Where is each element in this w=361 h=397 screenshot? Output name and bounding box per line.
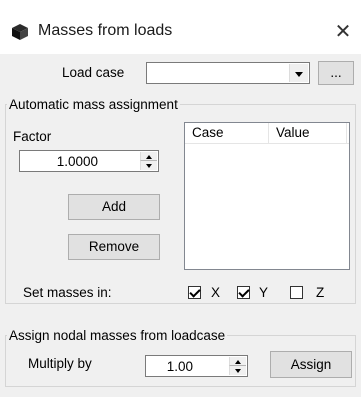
close-icon: ✕ [334, 21, 352, 43]
window-title: Masses from loads [38, 22, 173, 39]
spin-down-icon[interactable] [140, 161, 157, 170]
spin-up-icon[interactable] [140, 152, 157, 161]
z-checkbox[interactable] [290, 286, 303, 299]
load-case-label: Load case [62, 65, 125, 80]
assign-button[interactable]: Assign [270, 351, 352, 378]
table-header: Case Value [185, 123, 349, 144]
column-header-value[interactable]: Value [269, 123, 347, 144]
multiply-spin-buttons[interactable] [229, 357, 246, 375]
case-value-table[interactable]: Case Value [184, 122, 350, 270]
cube-icon [12, 24, 28, 40]
factor-spin-buttons[interactable] [140, 152, 157, 170]
multiply-value: 1.00 [166, 359, 193, 374]
factor-value: 1.0000 [56, 154, 98, 169]
x-checkbox-label: X [211, 285, 221, 300]
browse-button[interactable]: ... [318, 61, 354, 85]
factor-label: Factor [13, 129, 52, 144]
y-checkbox[interactable] [237, 286, 250, 299]
x-checkbox[interactable] [188, 286, 201, 299]
multiply-by-label: Multiply by [28, 356, 92, 371]
automatic-mass-legend: Automatic mass assignment [7, 97, 180, 112]
title-bar: Masses from loads ✕ [0, 0, 361, 54]
z-checkbox-label: Z [316, 285, 325, 300]
chevron-down-icon[interactable] [289, 64, 308, 82]
dialog-body: Load case ... Automatic mass assignment … [0, 54, 361, 397]
column-header-case[interactable]: Case [185, 123, 269, 144]
spin-down-icon[interactable] [229, 366, 246, 375]
load-case-combo[interactable] [146, 62, 310, 84]
y-checkbox-label: Y [259, 285, 269, 300]
factor-spinner[interactable]: 1.0000 [19, 150, 159, 172]
remove-button[interactable]: Remove [68, 234, 160, 260]
close-button[interactable]: ✕ [325, 14, 361, 50]
multiply-spinner[interactable]: 1.00 [145, 355, 248, 377]
nodal-mass-legend: Assign nodal masses from loadcase [7, 328, 228, 343]
set-masses-label: Set masses in: [23, 285, 112, 300]
spin-up-icon[interactable] [229, 357, 246, 366]
add-button[interactable]: Add [68, 194, 160, 220]
